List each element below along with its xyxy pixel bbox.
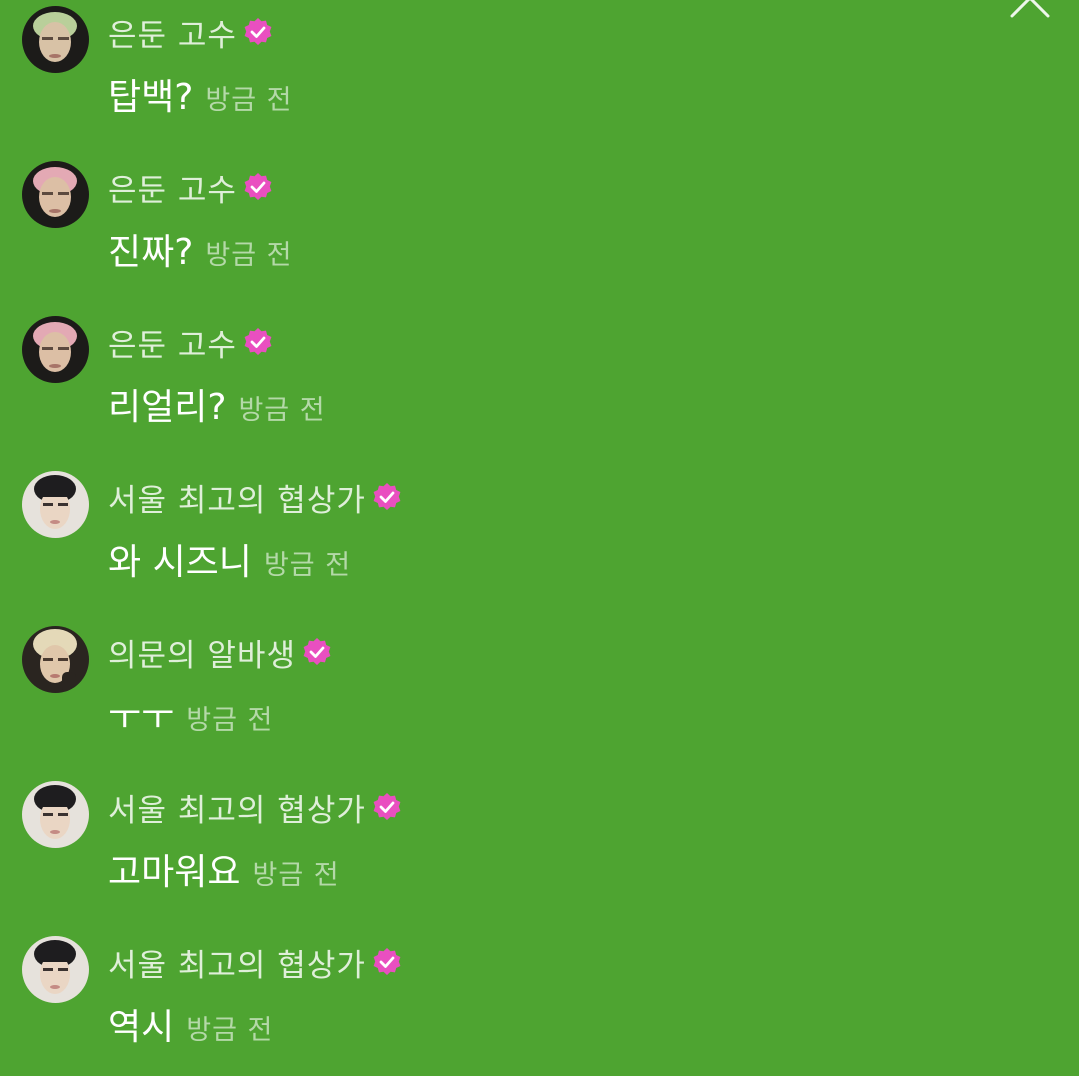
chat-message: 서울 최고의 협상가 와 시즈니 방금 전 xyxy=(22,471,1022,611)
message-text: 고마워요 xyxy=(108,852,241,893)
message-time: 방금 전 xyxy=(205,240,293,271)
chat-message: 서울 최고의 협상가 역시 방금 전 xyxy=(22,936,1022,1076)
message-time: 방금 전 xyxy=(205,85,293,116)
username[interactable]: 서울 최고의 협상가 xyxy=(108,785,366,830)
chat-message: 은둔 고수 리얼리? 방금 전 xyxy=(22,316,1022,456)
user-avatar[interactable] xyxy=(22,6,89,73)
chat-message: 서울 최고의 협상가 고마워요 방금 전 xyxy=(22,781,1022,921)
username[interactable]: 의문의 알바생 xyxy=(108,630,296,675)
verified-badge-icon xyxy=(373,793,401,820)
username[interactable]: 서울 최고의 협상가 xyxy=(108,475,366,520)
verified-badge-icon xyxy=(244,328,272,355)
user-avatar[interactable] xyxy=(22,316,89,383)
message-text: 리얼리? xyxy=(108,387,227,428)
message-text: 역시 xyxy=(108,1007,175,1048)
verified-badge-icon xyxy=(373,483,401,510)
message-text: 와 시즈니 xyxy=(108,542,252,583)
message-text: ㅜㅜ xyxy=(108,697,175,738)
user-avatar[interactable] xyxy=(22,781,89,848)
verified-badge-icon xyxy=(244,173,272,200)
chat-message: 은둔 고수 진짜? 방금 전 xyxy=(22,161,1022,301)
username[interactable]: 은둔 고수 xyxy=(108,10,237,55)
message-time: 방금 전 xyxy=(263,550,352,581)
message-text: 진짜? xyxy=(108,232,194,273)
message-time: 방금 전 xyxy=(186,705,274,736)
message-time: 방금 전 xyxy=(238,395,326,426)
chat-message-list: 은둔 고수 탑백? 방금 전 은둔 고수 진짜? 방금 전 은둔 고수 리얼리?… xyxy=(0,0,1079,1048)
user-avatar[interactable] xyxy=(22,626,89,693)
username[interactable]: 은둔 고수 xyxy=(108,320,237,365)
username[interactable]: 은둔 고수 xyxy=(108,165,237,210)
verified-badge-icon xyxy=(373,948,401,975)
verified-badge-icon xyxy=(244,18,272,45)
user-avatar[interactable] xyxy=(22,471,89,538)
message-time: 방금 전 xyxy=(186,1015,274,1046)
message-time: 방금 전 xyxy=(252,860,340,891)
chat-message: 은둔 고수 탑백? 방금 전 xyxy=(22,6,1022,146)
user-avatar[interactable] xyxy=(22,161,89,228)
user-avatar[interactable] xyxy=(22,936,89,1003)
username[interactable]: 서울 최고의 협상가 xyxy=(108,940,366,985)
verified-badge-icon xyxy=(303,638,331,665)
message-text: 탑백? xyxy=(108,77,194,118)
chat-message: 의문의 알바생 ㅜㅜ 방금 전 xyxy=(22,626,1022,766)
